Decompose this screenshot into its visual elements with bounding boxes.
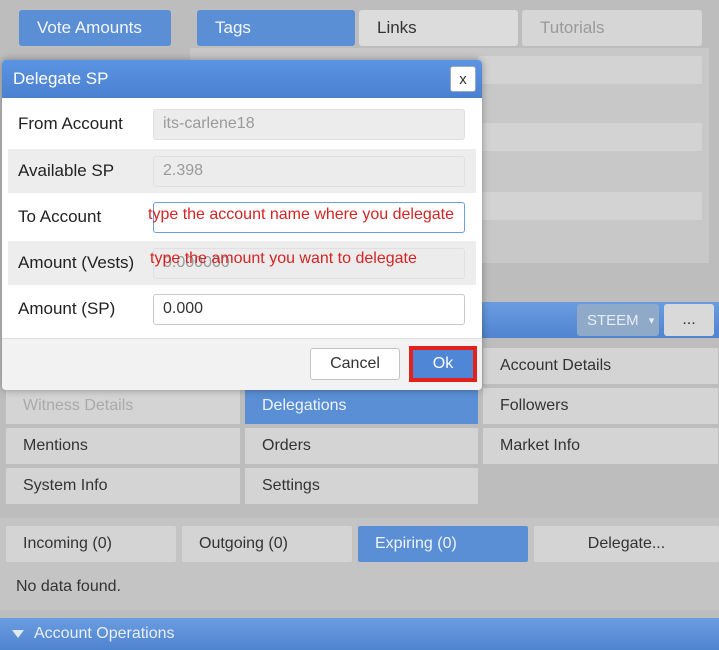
tab-vote-amounts[interactable]: Vote Amounts (19, 10, 171, 46)
amount-sp-label: Amount (SP) (18, 299, 116, 318)
tags-row (478, 123, 702, 151)
tab-links[interactable]: Links (359, 10, 518, 46)
from-account-label: From Account (18, 114, 123, 133)
tags-row (478, 56, 702, 84)
nav-settings[interactable]: Settings (245, 468, 478, 504)
from-account-row: From Account its-carlene18 (8, 102, 476, 146)
currency-label: STEEM (587, 311, 639, 329)
nav-followers[interactable]: Followers (483, 388, 718, 424)
tags-row (478, 192, 702, 220)
more-button[interactable]: ... (664, 304, 714, 336)
tab-expiring[interactable]: Expiring (0) (358, 526, 528, 562)
account-operations-label: Account Operations (34, 625, 175, 642)
to-account-label: To Account (18, 207, 102, 226)
ok-button[interactable]: Ok (409, 346, 477, 382)
tab-tags[interactable]: Tags (197, 10, 355, 46)
no-data-message: No data found. (16, 578, 121, 595)
from-account-field: its-carlene18 (153, 108, 465, 140)
nav-account-details[interactable]: Account Details (483, 348, 718, 384)
delegate-button[interactable]: Delegate... (534, 526, 719, 562)
dialog-title: Delegate SP (13, 69, 109, 88)
dialog-header: Delegate SP x (2, 60, 482, 98)
amount-sp-row: Amount (SP) 0.000 (8, 287, 476, 331)
account-operations-header[interactable]: Account Operations (0, 618, 719, 650)
available-sp-field: 2.398 (153, 155, 465, 187)
nav-witness-details[interactable]: Witness Details (6, 388, 240, 424)
amount-annotation: type the amount you want to delegate (150, 250, 417, 267)
currency-selector[interactable]: STEEM ▾ (577, 304, 659, 336)
tab-outgoing[interactable]: Outgoing (0) (182, 526, 352, 562)
nav-delegations[interactable]: Delegations (245, 388, 478, 424)
available-sp-row: Available SP 2.398 (8, 149, 476, 193)
nav-mentions[interactable]: Mentions (6, 428, 240, 464)
nav-system-info[interactable]: System Info (6, 468, 240, 504)
nav-market-info[interactable]: Market Info (483, 428, 718, 464)
chevron-down-icon: ▾ (648, 314, 655, 327)
delegate-sp-dialog: Delegate SP x From Account its-carlene18… (2, 60, 482, 390)
available-sp-label: Available SP (18, 161, 115, 180)
nav-orders[interactable]: Orders (245, 428, 478, 464)
amount-sp-input[interactable]: 0.000 (153, 293, 465, 325)
close-button[interactable]: x (450, 66, 476, 92)
caret-down-icon (12, 630, 24, 638)
amount-vests-label: Amount (Vests) (18, 253, 135, 272)
cancel-button[interactable]: Cancel (310, 348, 400, 380)
tab-incoming[interactable]: Incoming (0) (6, 526, 176, 562)
tab-tutorials[interactable]: Tutorials (522, 10, 702, 46)
to-account-annotation: type the account name where you delegate (148, 206, 454, 223)
